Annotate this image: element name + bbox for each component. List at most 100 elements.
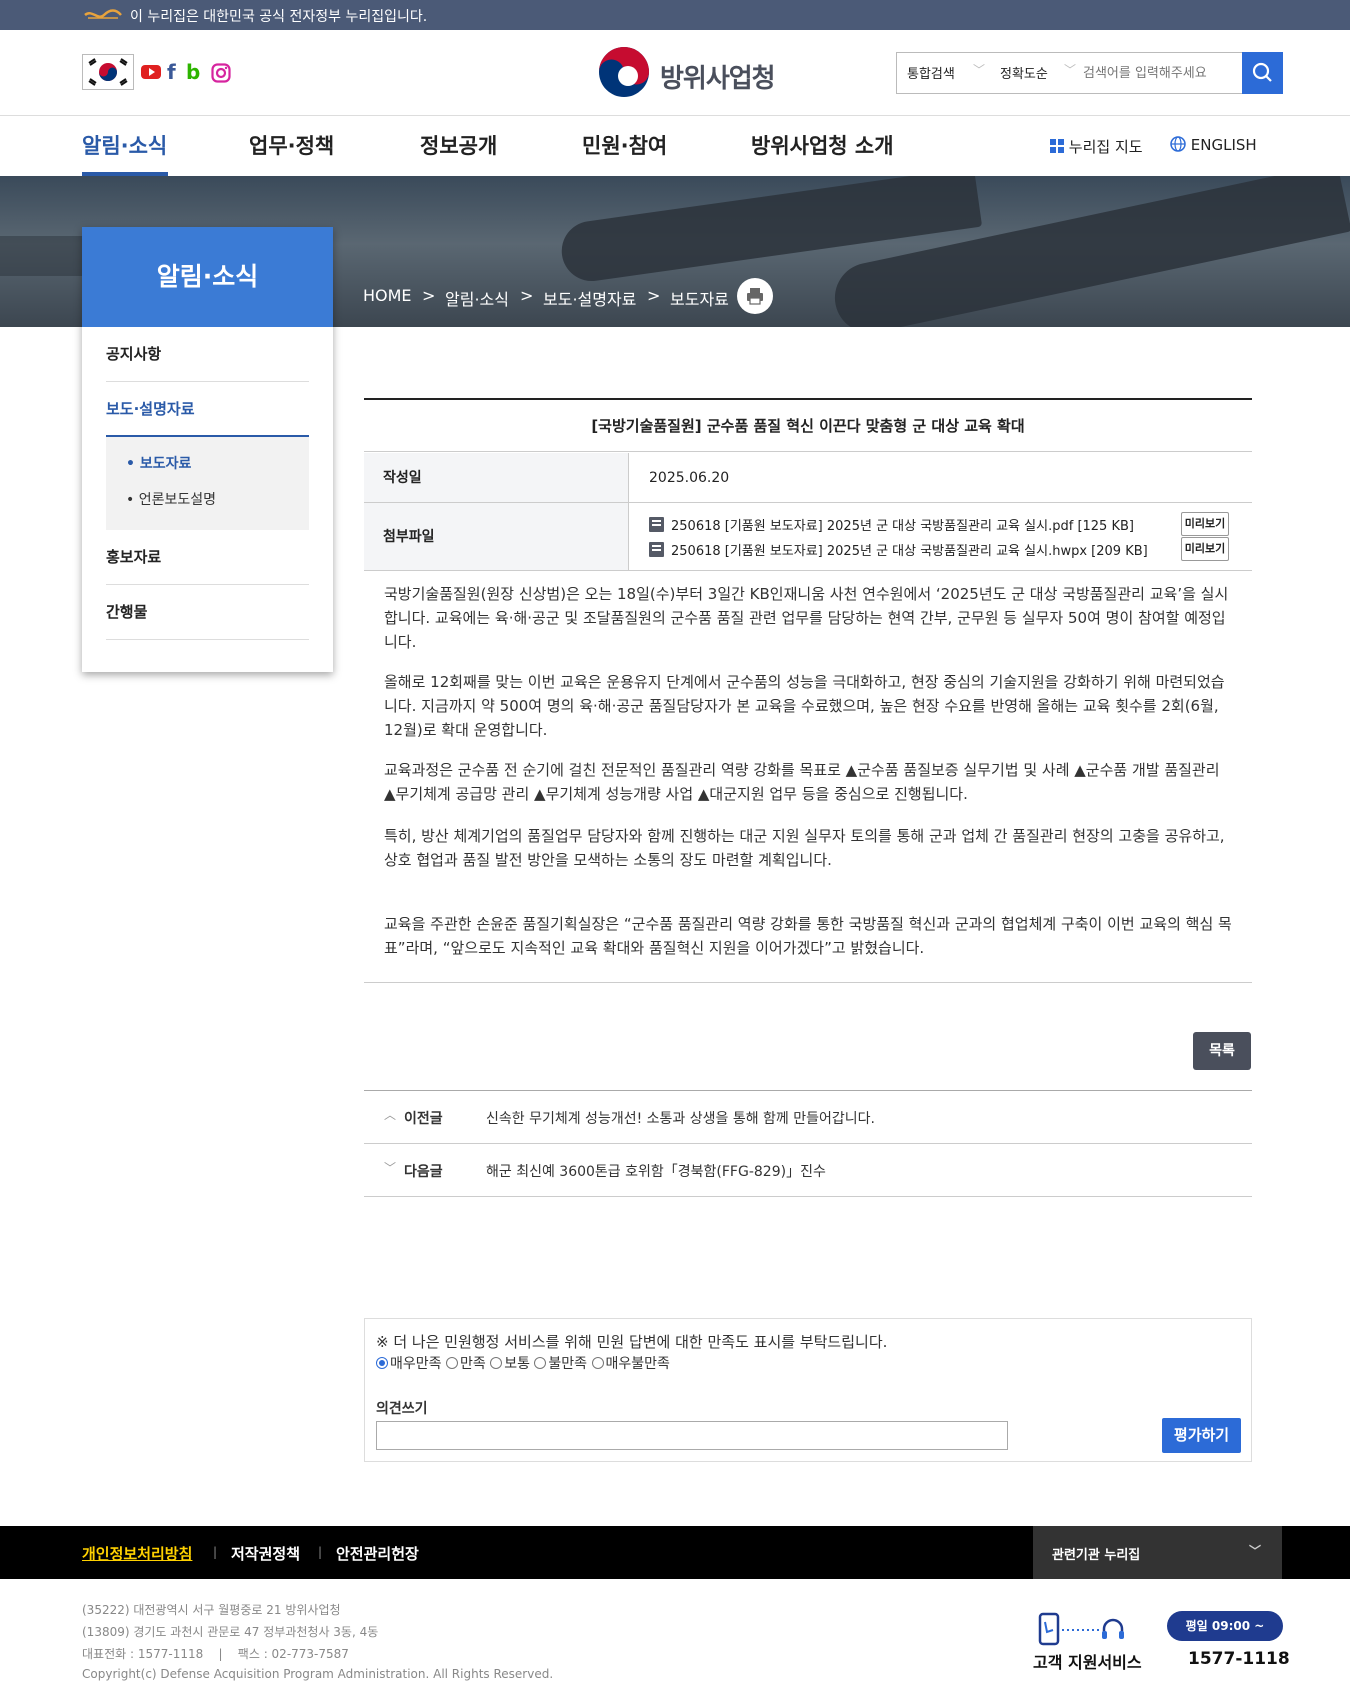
korea-flag-icon[interactable] [82, 54, 134, 90]
option-label: 보통 [504, 1356, 530, 1372]
side-subitem-explanation[interactable]: • 언론보도설명 [126, 489, 216, 509]
radio-button[interactable] [534, 1357, 547, 1369]
survey-option-unsatisfied[interactable]: 불만족 [534, 1356, 587, 1372]
files-label: 첨부파일 [364, 503, 629, 571]
related-sites-label: 관련기관 누리집 [1052, 1548, 1141, 1563]
survey-option-very-unsatisfied[interactable]: 매우불만족 [591, 1356, 670, 1372]
english-link[interactable]: ENGLISH [1170, 136, 1257, 154]
main-nav: 알림·소식 업무·정책 정보공개 민원·참여 방위사업청 소개 누리집 지도 E… [0, 116, 1350, 176]
search-input[interactable] [1083, 61, 1225, 85]
breadcrumb-press[interactable]: 보도·설명자료 [543, 286, 636, 310]
breadcrumb-notice[interactable]: 알림·소식 [445, 286, 509, 310]
preview-button-pdf[interactable]: 미리보기 [1181, 512, 1229, 536]
breadcrumb-home[interactable]: HOME [363, 286, 412, 305]
side-item-press[interactable]: 보도·설명자료 [106, 382, 309, 437]
chevron-down-icon: ﹀ [973, 63, 986, 77]
taegeuk-logo-icon [599, 47, 649, 97]
footer-address: (13809) 경기도 과천시 관문로 47 정부과천청사 3동, 4동 [82, 1625, 379, 1639]
nav-policy[interactable]: 업무·정책 [249, 130, 334, 160]
logo-text: 방위사업청 [660, 64, 776, 94]
youtube-icon[interactable] [141, 64, 161, 80]
header: f b 방위사업청 통합검색 ﹀ 정확도순 ﹀ [0, 30, 1350, 116]
copyright-policy-link[interactable]: 저작권정책 [231, 1543, 300, 1564]
nav-about[interactable]: 방위사업청 소개 [751, 130, 894, 160]
privacy-policy-link[interactable]: 개인정보처리방침 [82, 1543, 192, 1564]
option-label: 매우불만족 [605, 1356, 670, 1372]
survey-option-satisfied[interactable]: 만족 [445, 1356, 486, 1372]
survey-option-very-satisfied[interactable]: 매우만족 [376, 1356, 442, 1372]
related-sites-select[interactable]: 관련기관 누리집 ﹀ [1033, 1526, 1282, 1579]
radio-button[interactable] [445, 1357, 458, 1369]
side-subitem-press-release[interactable]: • 보도자료 [126, 453, 191, 473]
file-name: 250618 [기품원 보도자료] 2025년 군 대상 국방품질관리 교육 실… [671, 519, 1074, 534]
chevron-down-icon: ﹀ [1249, 1544, 1262, 1558]
breadcrumb-separator: > [520, 286, 534, 305]
comment-input[interactable] [376, 1421, 1008, 1450]
comment-label: 의견쓰기 [376, 1401, 428, 1417]
survey-option-neutral[interactable]: 보통 [490, 1356, 530, 1372]
phone-icon [1038, 1612, 1060, 1646]
sitemap-link[interactable]: 누리집 지도 [1050, 136, 1143, 157]
files-cell [629, 503, 1252, 571]
instagram-icon[interactable] [211, 63, 231, 83]
side-nav-heading: 알림·소식 [82, 227, 333, 327]
file-link-hwpx[interactable]: 250618 [기품원 보도자료] 2025년 군 대상 국방품질관리 교육 실… [649, 540, 1148, 559]
list-button[interactable]: 목록 [1193, 1032, 1251, 1070]
divider [364, 982, 1252, 983]
next-post-label: 다음글 [404, 1164, 443, 1180]
prev-post-title[interactable]: 신속한 무기체계 성능개선! 소통과 상생을 통해 함께 만들어갑니다. [486, 1108, 875, 1128]
next-post-row[interactable]: ﹀ 다음글 해군 최신예 3600톤급 호위함「경북함(FFG-829)」진수 [364, 1144, 1252, 1197]
facebook-icon[interactable]: f [167, 62, 176, 82]
print-icon [747, 288, 763, 305]
article-paragraph: 올해로 12회째를 맞는 이번 교육은 운용유지 단계에서 군수품의 성능을 극… [384, 673, 1225, 739]
date-label: 작성일 [364, 453, 629, 503]
chevron-up-icon: ︿ [384, 1108, 397, 1122]
side-item-notice[interactable]: 공지사항 [106, 327, 309, 382]
customer-service-label: 고객 지원서비스 [1033, 1653, 1142, 1672]
blog-icon[interactable]: b [186, 62, 200, 82]
chevron-down-icon: ﹀ [1064, 63, 1077, 77]
site-logo[interactable]: 방위사업청 [598, 44, 776, 102]
prev-post-label: 이전글 [404, 1111, 443, 1127]
sitemap-label: 누리집 지도 [1068, 138, 1143, 156]
chevron-down-icon: ﹀ [384, 1161, 397, 1175]
side-subitem-label: 보도자료 [139, 456, 192, 472]
radio-button[interactable] [376, 1357, 388, 1369]
side-subitem-label: 언론보도설명 [138, 492, 216, 508]
file-name: 250618 [기품원 보도자료] 2025년 군 대상 국방품질관리 교육 실… [671, 544, 1088, 559]
print-button[interactable] [737, 278, 773, 314]
footer-contact: 대표전화 : 1577-1118 | 팩스 : 02-773-7587 [82, 1647, 349, 1661]
survey-options: 매우만족 만족 보통 불만족 매우불만족 [376, 1353, 670, 1373]
safety-charter-link[interactable]: 안전관리헌장 [336, 1543, 419, 1564]
prev-post-row[interactable]: ︿ 이전글 신속한 무기체계 성능개선! 소통과 상생을 통해 함께 만들어갑니… [364, 1091, 1252, 1144]
service-hours-badge: 평일 09:00 ~ 18:00 [1167, 1611, 1283, 1663]
article-paragraph: 교육과정은 군수품 전 순기에 걸친 전문적인 품질관리 역량 강화를 목표로 … [384, 761, 1220, 803]
file-link-pdf[interactable]: 250618 [기품원 보도자료] 2025년 군 대상 국방품질관리 교육 실… [649, 515, 1134, 534]
search-scope-select[interactable]: 통합검색 [907, 63, 955, 82]
nav-civil[interactable]: 민원·참여 [582, 130, 667, 160]
radio-button[interactable] [490, 1357, 503, 1369]
search-icon [1252, 62, 1272, 82]
file-size: [209 KB] [1091, 544, 1148, 559]
egov-mark-icon [84, 9, 122, 19]
submit-rating-button[interactable]: 평가하기 [1162, 1418, 1241, 1453]
breadcrumb-separator: > [647, 286, 661, 305]
survey-question: ※ 더 나은 민원행정 서비스를 위해 민원 답변에 대한 만족도 표시를 부탁… [376, 1333, 888, 1351]
nav-info[interactable]: 정보공개 [420, 130, 497, 160]
next-post-title[interactable]: 해군 최신예 3600톤급 호위함「경북함(FFG-829)」진수 [486, 1161, 826, 1181]
nav-notice[interactable]: 알림·소식 [82, 130, 167, 160]
search-sort-select[interactable]: 정확도순 [1000, 63, 1048, 82]
search-box: 통합검색 ﹀ 정확도순 ﹀ [896, 52, 1282, 94]
article-paragraph: 특히, 방산 체계기업의 품질업무 담당자와 함께 진행하는 대군 지원 실무자… [384, 827, 1225, 869]
option-label: 매우만족 [390, 1356, 442, 1372]
customer-service-number[interactable]: 1577-1118 [1188, 1649, 1290, 1669]
side-item-publications[interactable]: 간행물 [106, 585, 309, 640]
footer-copyright: Copyright(c) Defense Acquisition Program… [82, 1667, 554, 1681]
article-paragraph: 국방기술품질원(원장 신상범)은 오는 18일(수)부터 3일간 KB인재니움 … [384, 585, 1229, 651]
search-button[interactable] [1242, 52, 1283, 94]
side-item-promo[interactable]: 홍보자료 [106, 530, 309, 585]
radio-button[interactable] [591, 1357, 604, 1369]
preview-button-hwpx[interactable]: 미리보기 [1181, 537, 1229, 561]
footer-bar: 개인정보처리방침 | 저작권정책 | 안전관리헌장 관련기관 누리집 ﹀ [0, 1526, 1350, 1579]
option-label: 만족 [459, 1356, 486, 1372]
